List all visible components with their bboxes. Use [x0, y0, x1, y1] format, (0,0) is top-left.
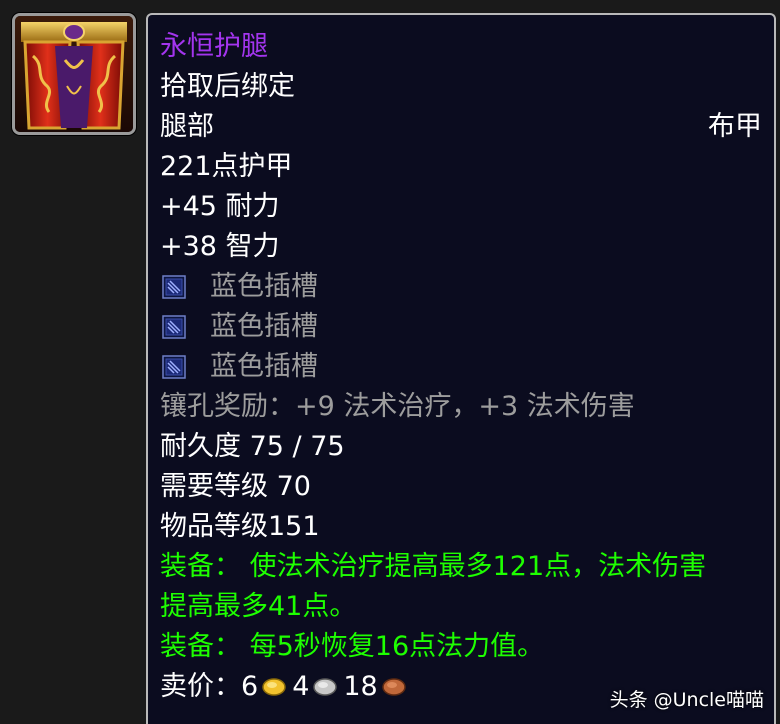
copper-amount: 18 [343, 671, 378, 702]
gold-amount: 6 [241, 671, 259, 702]
watermark: 头条 @Uncle喵喵 [609, 689, 764, 711]
socket-label: 蓝色插槽 [210, 271, 318, 302]
socket-label: 蓝色插槽 [210, 351, 318, 382]
item-slot: 腿部 [160, 111, 214, 142]
blue-socket-icon [162, 315, 186, 339]
stat-stamina: +45 耐力 [160, 191, 280, 222]
item-name: 永恒护腿 [160, 31, 268, 62]
sell-price-label: 卖价： [160, 671, 241, 702]
stat-intellect: +38 智力 [160, 231, 280, 262]
durability: 耐久度 75 / 75 [160, 431, 345, 462]
equip-effect-line: 提高最多41点。 [160, 591, 357, 622]
bind-type: 拾取后绑定 [160, 71, 295, 102]
socket-row: 蓝色插槽 [160, 307, 762, 347]
equip-effect-line: 装备： 使法术治疗提高最多121点，法术伤害 [160, 551, 707, 582]
socket-row: 蓝色插槽 [160, 267, 762, 307]
item-icon-frame[interactable] [12, 13, 136, 135]
blue-socket-icon [162, 355, 186, 379]
socket-row: 蓝色插槽 [160, 347, 762, 387]
required-level: 需要等级 70 [160, 471, 311, 502]
socket-label: 蓝色插槽 [210, 311, 318, 342]
gold-coin-icon [262, 678, 286, 696]
silver-coin-icon [313, 678, 338, 696]
copper-coin-icon [381, 678, 406, 696]
slot-row: 腿部 布甲 [160, 107, 762, 147]
silver-amount: 4 [292, 671, 310, 702]
blue-socket-icon [162, 275, 186, 299]
socket-bonus: 镶孔奖励：+9 法术治疗，+3 法术伤害 [160, 391, 635, 422]
purple-red-cloth-leggings-icon [15, 16, 133, 132]
armor-value: 221点护甲 [160, 151, 293, 182]
equip-effect-line: 装备： 每5秒恢复16点法力值。 [160, 631, 545, 662]
armor-type: 布甲 [708, 111, 762, 142]
item-level: 物品等级151 [160, 511, 320, 542]
item-tooltip: 永恒护腿 拾取后绑定 腿部 布甲 221点护甲 +45 耐力 +38 智力 蓝色… [146, 13, 776, 724]
